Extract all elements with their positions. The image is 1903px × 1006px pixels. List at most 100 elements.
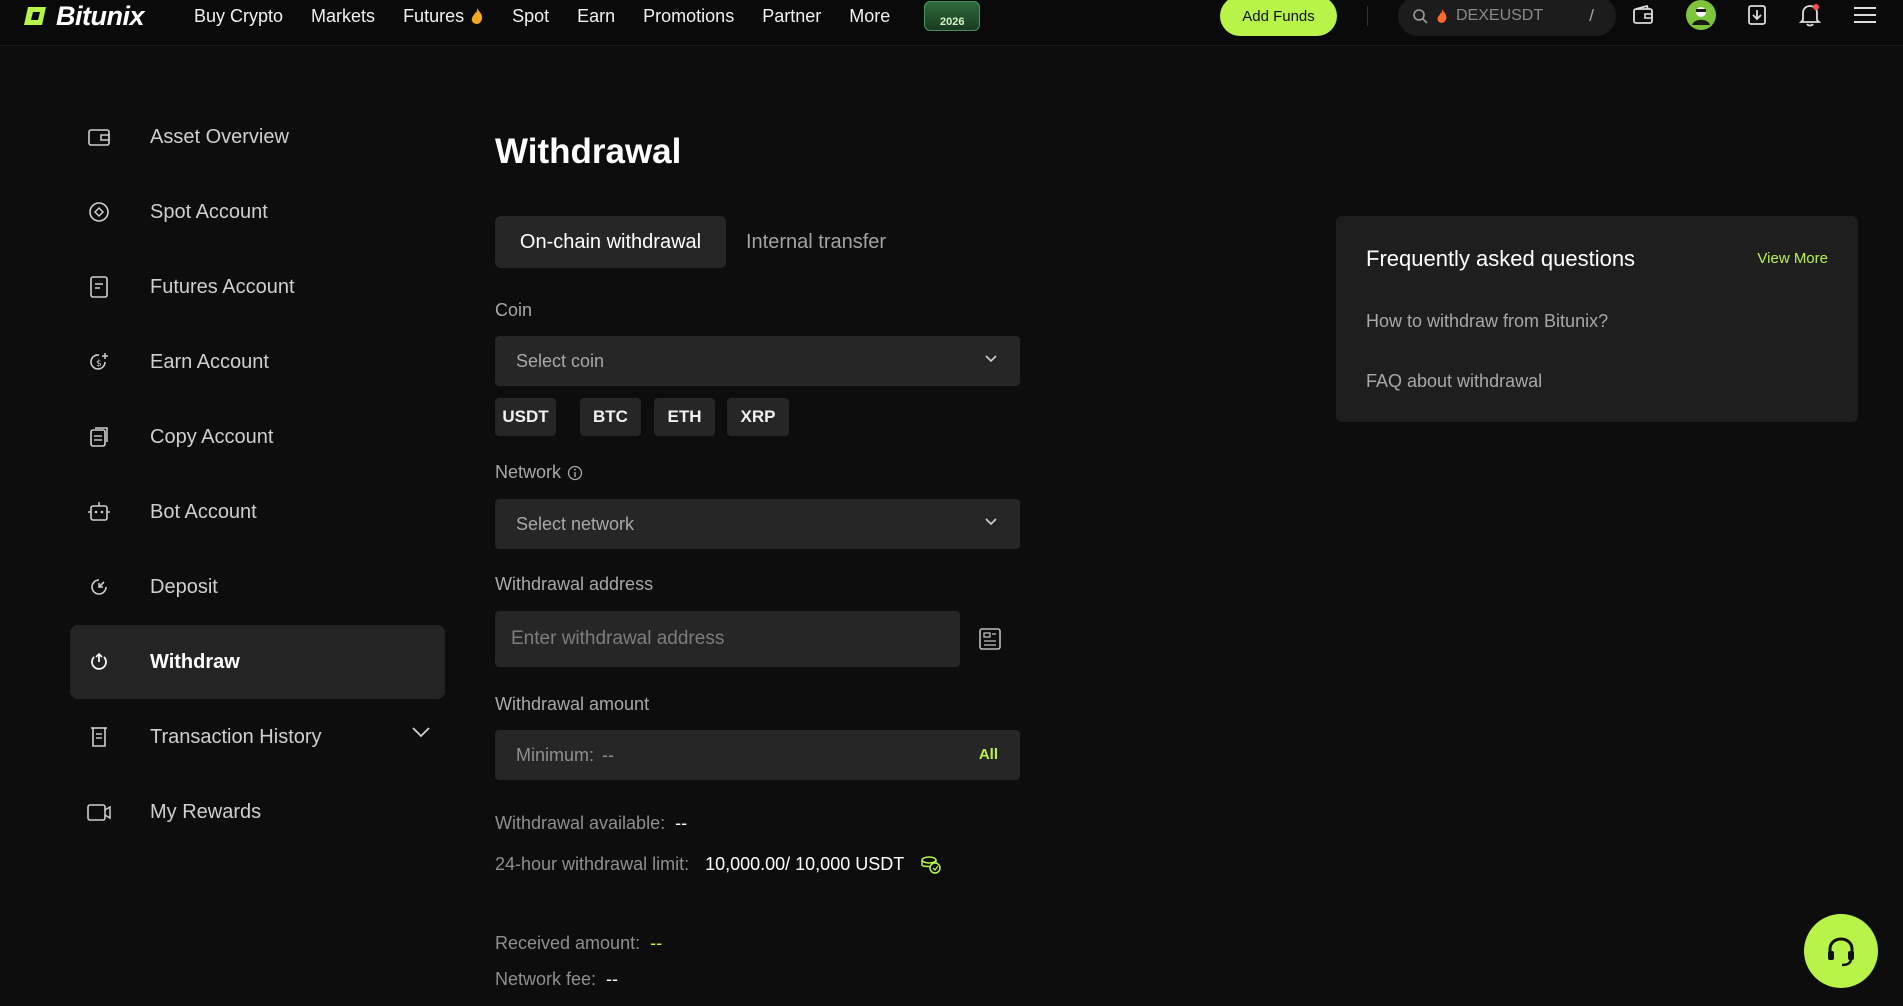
amount-min-value: -- bbox=[602, 744, 615, 765]
network-label-text: Network bbox=[495, 462, 562, 482]
available-label: Withdrawal available: bbox=[495, 813, 666, 833]
received-amount-row: Received amount: -- bbox=[495, 933, 662, 954]
notification-bell-icon[interactable] bbox=[1797, 2, 1823, 28]
wallet-icon[interactable] bbox=[1630, 2, 1656, 28]
deposit-icon bbox=[86, 574, 112, 600]
sidebar-item-label: Deposit bbox=[150, 575, 218, 598]
info-icon[interactable] bbox=[567, 465, 583, 481]
address-label-text: Withdrawal address bbox=[495, 574, 654, 594]
withdrawal-address-input[interactable] bbox=[495, 611, 960, 667]
network-select[interactable]: Select network bbox=[495, 499, 1020, 549]
sidebar-item-asset-overview[interactable]: Asset Overview bbox=[70, 100, 445, 174]
sidebar-item-spot-account[interactable]: Spot Account bbox=[70, 175, 445, 249]
sidebar-item-label: My Rewards bbox=[150, 800, 262, 823]
address-label: Withdrawal address bbox=[495, 574, 653, 595]
header-divider bbox=[1367, 6, 1368, 26]
copy-icon bbox=[86, 424, 112, 450]
rewards-icon bbox=[86, 799, 112, 825]
faq-title: Frequently asked questions bbox=[1366, 246, 1636, 271]
faq-link-how-to-withdraw[interactable]: How to withdraw from Bitunix? bbox=[1366, 311, 1608, 332]
sidebar-item-withdraw[interactable]: Withdraw bbox=[70, 625, 445, 699]
earn-coin-icon: $ bbox=[86, 349, 112, 375]
avatar[interactable] bbox=[1686, 0, 1716, 30]
received-label: Received amount: bbox=[495, 933, 641, 953]
coin-chip-xrp[interactable]: XRP bbox=[727, 398, 789, 436]
receipt-icon bbox=[86, 724, 112, 750]
coins-stack-icon[interactable] bbox=[920, 855, 942, 875]
tab-internal-transfer[interactable]: Internal transfer bbox=[746, 216, 886, 268]
withdrawal-amount-input[interactable]: Minimum: -- All bbox=[495, 730, 1020, 780]
network-select-placeholder: Select network bbox=[516, 513, 635, 534]
limit-value: 10,000.00/ 10,000 USDT bbox=[705, 854, 905, 874]
address-book-icon[interactable] bbox=[977, 626, 1003, 652]
sidebar-item-label: Bot Account bbox=[150, 500, 257, 523]
search-icon bbox=[1413, 9, 1428, 24]
download-icon[interactable] bbox=[1744, 2, 1770, 28]
nav-markets[interactable]: Markets bbox=[311, 6, 375, 27]
bitunix-logo[interactable]: Bitunix bbox=[24, 0, 145, 32]
coin-chip-btc[interactable]: BTC bbox=[580, 398, 641, 436]
chevron-down-icon bbox=[985, 355, 997, 363]
sidebar-item-copy-account[interactable]: Copy Account bbox=[70, 400, 445, 474]
received-value: -- bbox=[650, 933, 663, 953]
headset-icon bbox=[1828, 937, 1854, 967]
nav-earn[interactable]: Earn bbox=[577, 6, 615, 27]
sidebar-item-futures-account[interactable]: Futures Account bbox=[70, 250, 445, 324]
faq-link-about-withdrawal[interactable]: FAQ about withdrawal bbox=[1366, 371, 1542, 392]
coin-select-placeholder: Select coin bbox=[516, 350, 605, 371]
sidebar-item-deposit[interactable]: Deposit bbox=[70, 550, 445, 624]
wallet-icon bbox=[86, 124, 112, 150]
customer-support-button[interactable] bbox=[1804, 914, 1878, 988]
amount-label: Withdrawal amount bbox=[495, 694, 649, 715]
nav-promotions[interactable]: Promotions bbox=[643, 6, 734, 27]
search-shortcut: / bbox=[1589, 6, 1594, 25]
faq-view-more-link[interactable]: View More bbox=[1757, 250, 1828, 267]
nav-spot[interactable]: Spot bbox=[512, 6, 549, 27]
sidebar-item-transaction-history[interactable]: Transaction History bbox=[70, 700, 445, 774]
brand-name: Bitunix bbox=[56, 0, 145, 31]
coin-select[interactable]: Select coin bbox=[495, 336, 1020, 386]
fee-label: Network fee: bbox=[495, 969, 597, 989]
sidebar-item-earn-account[interactable]: $ Earn Account bbox=[70, 325, 445, 399]
sidebar-item-my-rewards[interactable]: My Rewards bbox=[70, 775, 445, 849]
nav-futures-label: Futures bbox=[403, 5, 465, 26]
amount-all-button[interactable]: All bbox=[979, 746, 998, 763]
sidebar-item-label: Futures Account bbox=[150, 275, 295, 298]
sidebar-item-label: Withdraw bbox=[150, 650, 240, 673]
spot-diamond-icon bbox=[86, 199, 112, 225]
nav-more[interactable]: More bbox=[849, 6, 890, 27]
nav-buy-crypto[interactable]: Buy Crypto bbox=[194, 6, 283, 27]
fire-icon bbox=[471, 8, 483, 24]
nav-partner[interactable]: Partner bbox=[762, 6, 821, 27]
amount-min-label: Minimum: bbox=[516, 744, 595, 765]
bitunix-logo-icon bbox=[24, 7, 46, 25]
sidebar-item-label: Spot Account bbox=[150, 200, 268, 223]
coin-chip-usdt[interactable]: USDT bbox=[495, 398, 556, 436]
network-fee-row: Network fee: -- bbox=[495, 969, 618, 990]
amount-label-text: Withdrawal amount bbox=[495, 694, 650, 714]
search-text: DEXEUSDT bbox=[1456, 7, 1544, 24]
top-navigation-bar: Bitunix Buy Crypto Markets Futures Spot … bbox=[0, 0, 1903, 46]
sidebar-item-label: Copy Account bbox=[150, 425, 274, 448]
withdrawal-available-row: Withdrawal available: -- bbox=[495, 813, 687, 834]
page-title: Withdrawal bbox=[495, 132, 682, 171]
svg-text:$: $ bbox=[96, 359, 102, 369]
event-2026-badge[interactable]: 2026 bbox=[924, 1, 981, 31]
hot-fire-icon bbox=[1437, 9, 1447, 23]
search-bar[interactable]: DEXEUSDT / bbox=[1398, 0, 1616, 36]
fee-value: -- bbox=[606, 969, 619, 989]
limit-label: 24-hour withdrawal limit: bbox=[495, 854, 690, 874]
sidebar-item-label: Transaction History bbox=[150, 725, 322, 748]
add-funds-button[interactable]: Add Funds bbox=[1220, 0, 1337, 36]
sidebar-item-label: Earn Account bbox=[150, 350, 269, 373]
sidebar-item-bot-account[interactable]: Bot Account bbox=[70, 475, 445, 549]
withdraw-icon bbox=[86, 649, 112, 675]
hamburger-menu-icon[interactable] bbox=[1852, 2, 1878, 28]
coin-label-text: Coin bbox=[495, 300, 533, 320]
tab-on-chain-withdrawal[interactable]: On-chain withdrawal bbox=[495, 216, 726, 268]
chevron-down-icon[interactable] bbox=[411, 726, 431, 738]
nav-futures[interactable]: Futures bbox=[403, 6, 484, 27]
sidebar-item-label: Asset Overview bbox=[150, 125, 289, 148]
robot-icon bbox=[86, 499, 112, 525]
coin-chip-eth[interactable]: ETH bbox=[654, 398, 715, 436]
